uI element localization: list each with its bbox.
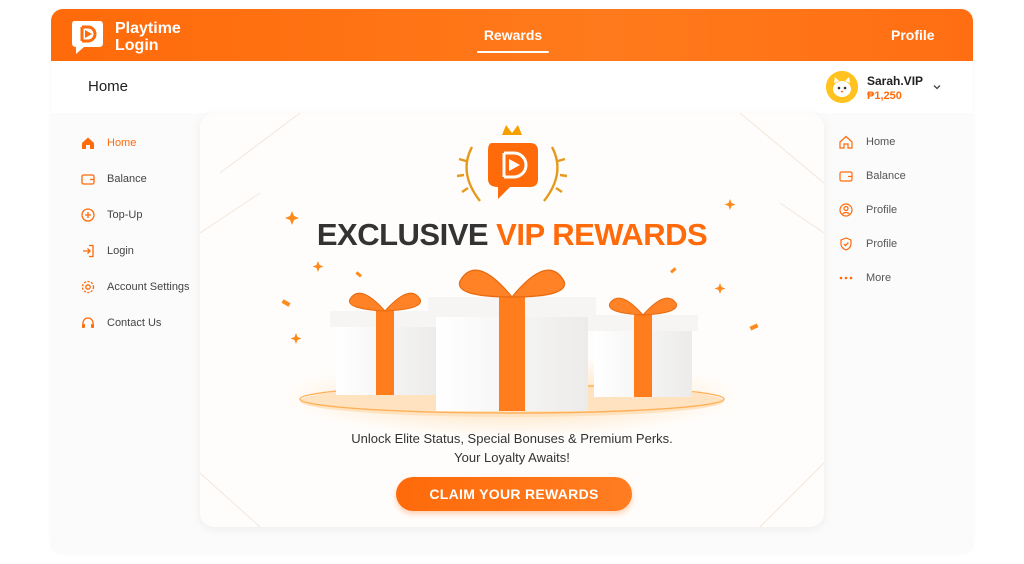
gift-box-icon — [330, 292, 444, 395]
sidebar-item-label: Balance — [866, 170, 906, 182]
sidebar-right-item-profile[interactable]: Profile — [838, 193, 906, 227]
home-icon — [82, 137, 94, 149]
plus-circle-icon — [81, 208, 95, 222]
brand-line1: Playtime — [115, 20, 181, 37]
sidebar-item-label: Profile — [866, 238, 898, 250]
nav-profile[interactable]: Profile — [891, 27, 935, 43]
brand-name[interactable]: Playtime Login — [115, 20, 181, 54]
top-bar: Playtime Login Rewards Profile — [51, 9, 973, 61]
sidebar-item-contact-us[interactable]: Contact Us — [80, 305, 190, 341]
banner-headline: EXCLUSIVE VIP REWARDS — [200, 217, 824, 253]
sidebar-item-label: Profile — [866, 204, 898, 216]
wallet-icon — [81, 174, 95, 185]
sidebar-item-label: Balance — [107, 173, 147, 185]
user-name[interactable]: Sarah.VIP — [867, 74, 923, 88]
user-balance: ₱1,250 — [867, 90, 902, 102]
banner-subtitle-line2: Your Loyalty Awaits! — [454, 450, 570, 465]
login-icon — [83, 244, 94, 258]
nav-rewards[interactable]: Rewards — [477, 27, 549, 43]
gift-box-icon — [428, 269, 596, 411]
sidebar-item-label: Home — [107, 137, 137, 149]
sidebar-item-label: Account Settings — [107, 281, 190, 293]
sidebar-right-item-home[interactable]: Home — [838, 125, 906, 159]
sidebar-right-item-profile-security[interactable]: Profile — [838, 227, 906, 261]
chevron-down-icon[interactable] — [933, 83, 941, 91]
sidebar-item-top-up[interactable]: Top-Up — [80, 197, 190, 233]
sidebar-right-item-balance[interactable]: Balance — [838, 159, 906, 193]
sidebar-item-login[interactable]: Login — [80, 233, 190, 269]
more-icon — [839, 276, 853, 280]
sidebar-item-account-settings[interactable]: Account Settings — [80, 269, 190, 305]
sidebar-item-label: Top-Up — [107, 209, 143, 221]
sidebar-item-balance[interactable]: Balance — [80, 161, 190, 197]
sidebar-item-label: More — [866, 272, 892, 284]
crown-icon — [502, 125, 522, 135]
logo-emblem-icon — [488, 143, 538, 199]
nav-active-indicator — [477, 51, 549, 53]
sidebar-item-label: Login — [107, 245, 134, 257]
sub-header: Home Sarah.VIP ₱1,250 — [51, 61, 973, 113]
headset-icon — [82, 317, 94, 328]
gift-box-icon — [588, 297, 698, 397]
sidebar-item-label: Contact Us — [107, 317, 162, 329]
home-icon — [839, 135, 853, 149]
wallet-icon — [839, 171, 853, 182]
cat-avatar-icon — [826, 71, 858, 103]
sidebar-item-label: Home — [866, 136, 896, 148]
sidebar-right-item-more[interactable]: More — [838, 261, 906, 295]
headline-accent: VIP REWARDS — [496, 217, 708, 252]
sidebar-item-home[interactable]: Home — [80, 125, 190, 161]
logo-icon[interactable] — [70, 17, 104, 55]
banner-subtitle-line1: Unlock Elite Status, Special Bonuses & P… — [351, 431, 673, 446]
claim-rewards-button[interactable]: CLAIM YOUR REWARDS — [396, 477, 632, 511]
sidebar-right: Home Balance Profile Profile More — [838, 125, 906, 295]
brand-line2: Login — [115, 37, 159, 54]
page-title: Home — [88, 78, 129, 95]
headline-part1: EXCLUSIVE — [316, 217, 497, 252]
vip-rewards-banner: EXCLUSIVE VIP REWARDS Unlock Elite Statu… — [200, 113, 824, 527]
sidebar-left: Home Balance Top-Up Login Account Settin… — [80, 125, 190, 341]
avatar[interactable] — [826, 71, 858, 103]
user-icon — [839, 203, 853, 217]
gear-icon — [81, 280, 95, 294]
shield-icon — [840, 237, 852, 251]
